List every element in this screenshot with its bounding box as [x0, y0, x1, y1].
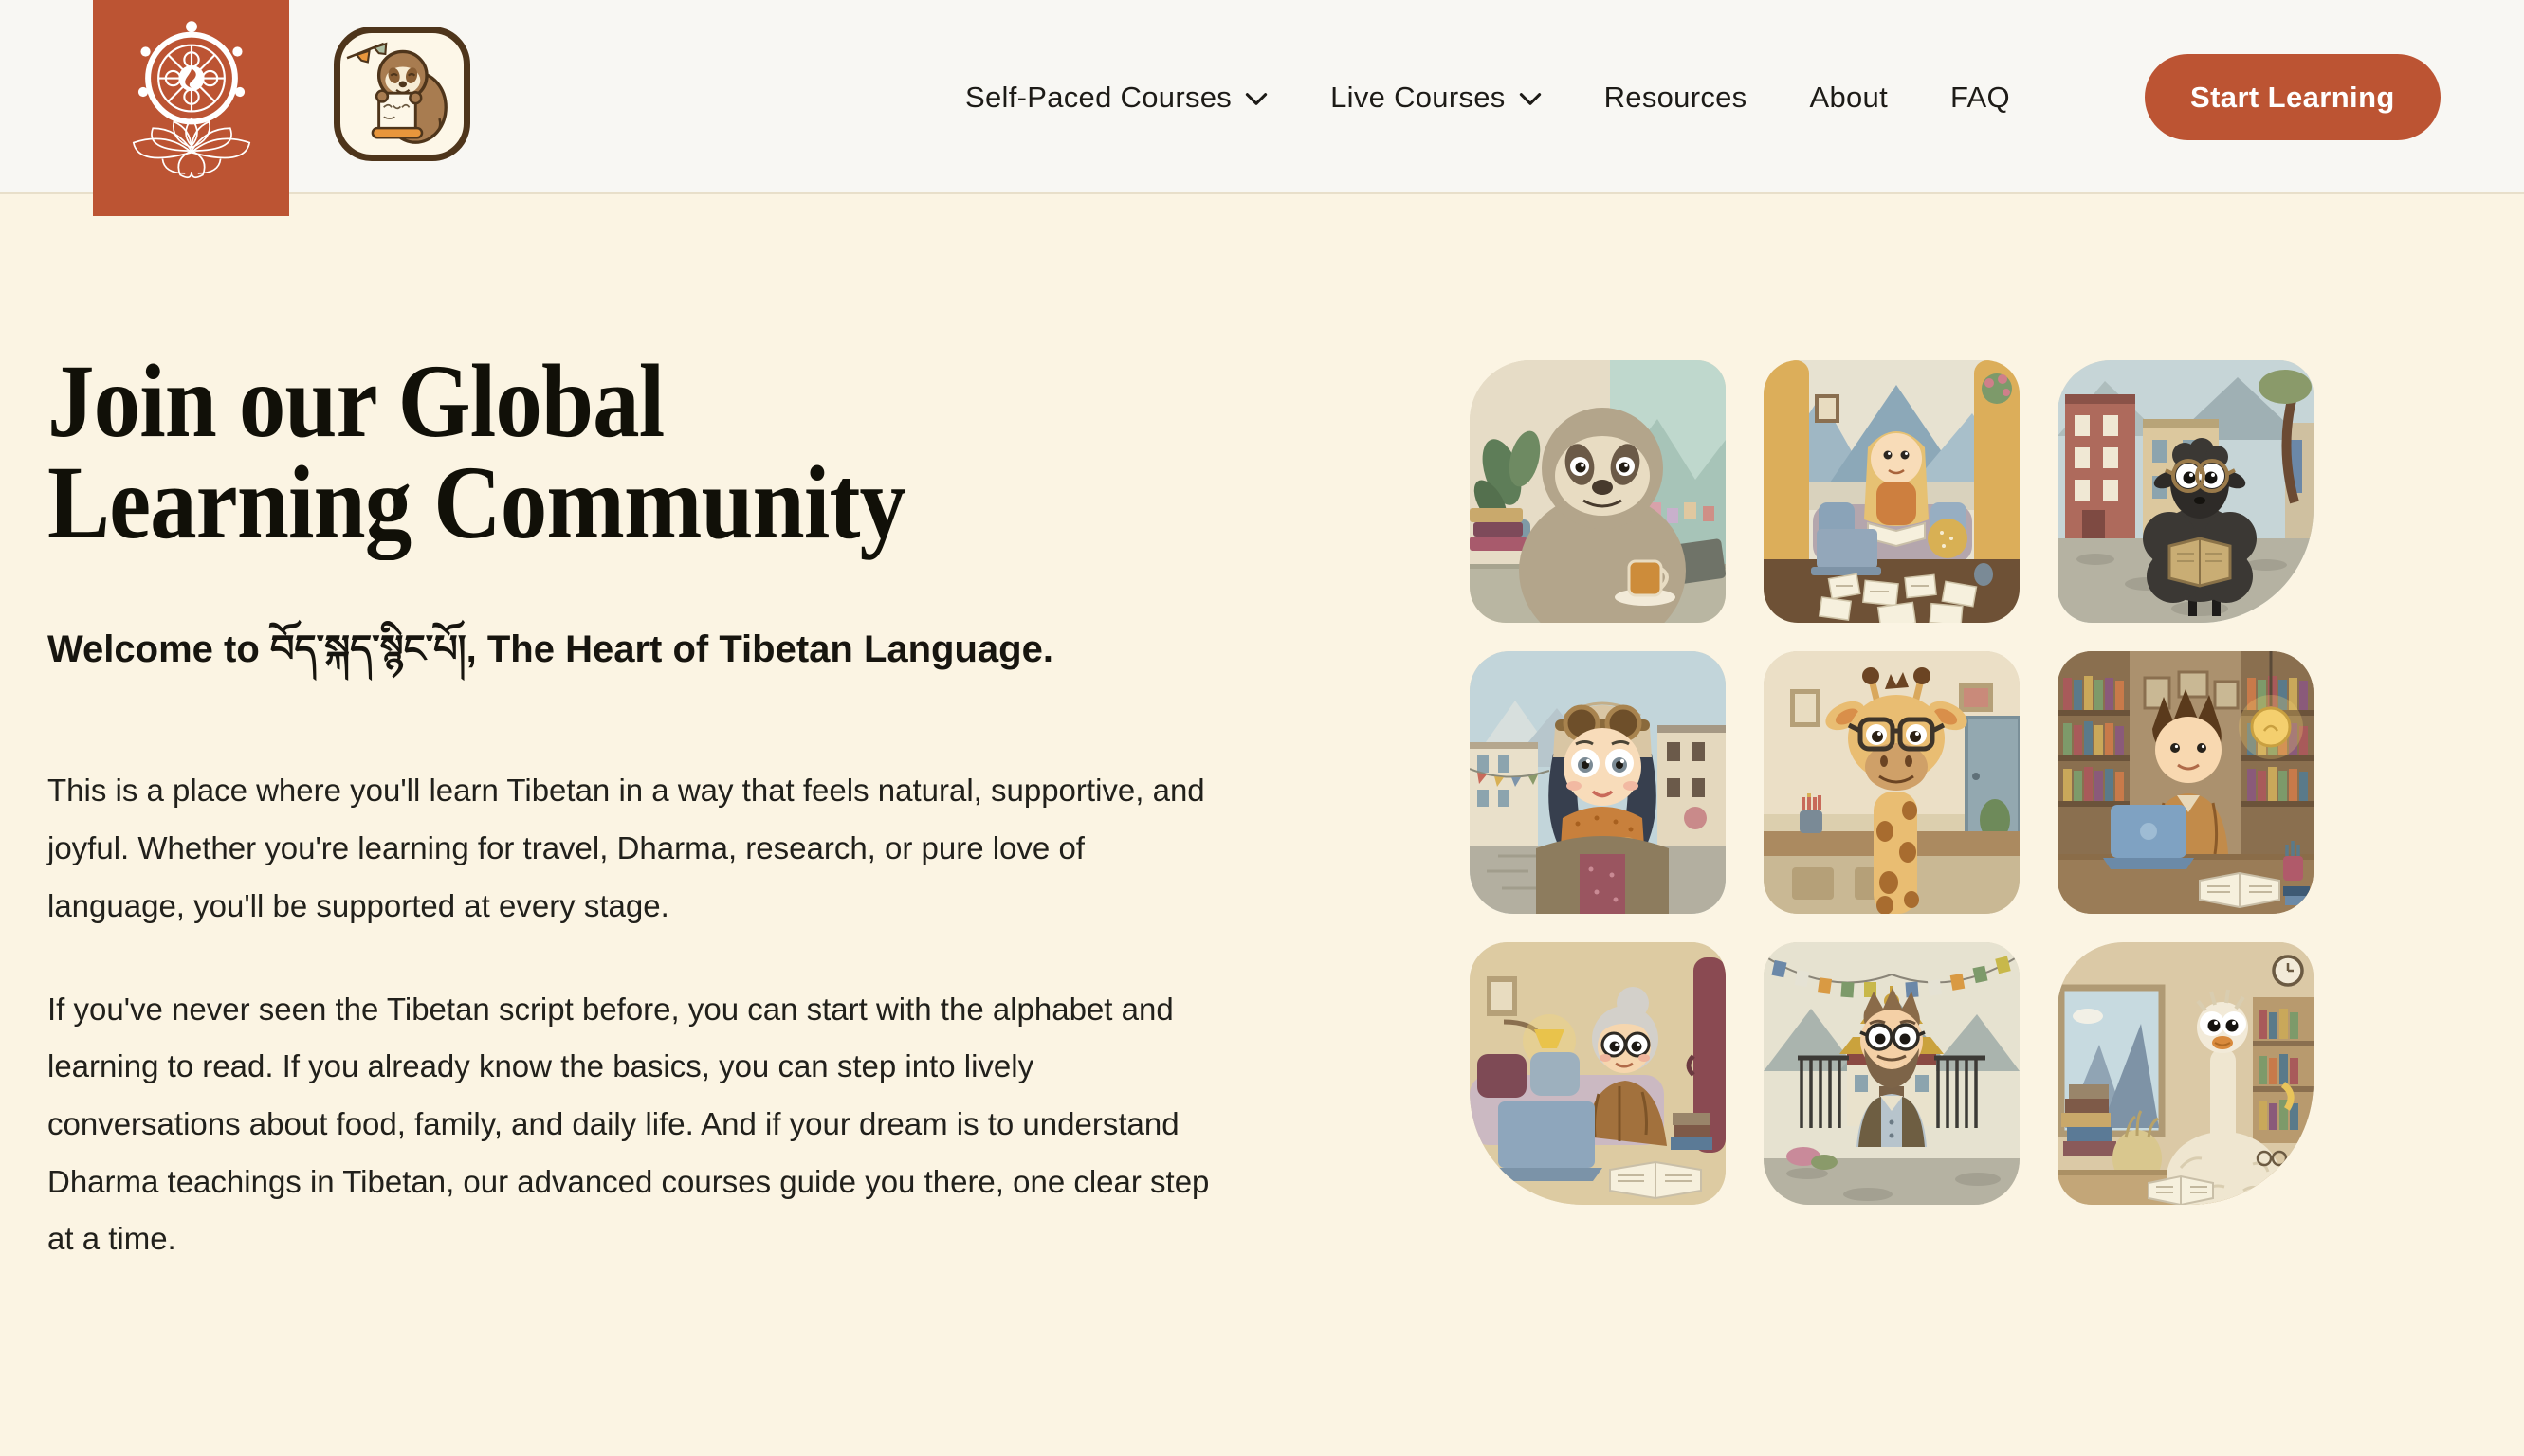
tile-boy-at-laptop: [2058, 651, 2314, 914]
tile-sloth-with-tea: [1470, 360, 1726, 623]
intro-paragraph-2: If you've never seen the Tibetan script …: [47, 981, 1228, 1269]
nav-label: About: [1809, 81, 1888, 115]
chevron-down-icon: [1245, 92, 1268, 106]
black-sheep-illustration: [2058, 360, 2314, 623]
welcome-subheading: Welcome to བོད་སྐད་སྙིང་པོ།, The Heart o…: [47, 606, 1280, 713]
dharma-wheel-lotus-icon: [111, 15, 272, 201]
intro-paragraph-1: This is a place where you'll learn Tibet…: [47, 762, 1228, 935]
tile-girl-studying: [1764, 360, 2020, 623]
chevron-down-icon: [1519, 92, 1542, 106]
man-at-monastery-illustration: [1764, 942, 2020, 1205]
boy-at-laptop-illustration: [2058, 651, 2314, 914]
page-title: Join our Global Learning Community: [47, 351, 905, 553]
giraffe-illustration: [1764, 651, 2020, 914]
nav-label: Live Courses: [1330, 81, 1506, 115]
main-nav: Self-Paced Courses Live Courses Resource…: [965, 0, 2010, 194]
nav-item-faq[interactable]: FAQ: [1950, 81, 2010, 115]
nav-item-self-paced-courses[interactable]: Self-Paced Courses: [965, 81, 1268, 115]
grandmother-illustration: [1470, 942, 1726, 1205]
sloth-with-tea-illustration: [1470, 360, 1726, 623]
girl-studying-illustration: [1764, 360, 2020, 623]
girl-with-goggles-illustration: [1470, 651, 1726, 914]
page-title-line1: Join our Global: [47, 351, 905, 452]
tile-giraffe: [1764, 651, 2020, 914]
tile-black-sheep: [2058, 360, 2314, 623]
nav-item-live-courses[interactable]: Live Courses: [1330, 81, 1542, 115]
nav-label: Self-Paced Courses: [965, 81, 1232, 115]
ostrich-illustration: [2058, 942, 2314, 1205]
sloth-badge-logo[interactable]: [334, 27, 470, 161]
start-learning-button[interactable]: Start Learning: [2145, 54, 2441, 140]
nav-item-about[interactable]: About: [1809, 81, 1888, 115]
nav-item-resources[interactable]: Resources: [1604, 81, 1747, 115]
community-image-grid: [1470, 360, 2314, 1205]
tile-girl-with-goggles: [1470, 651, 1726, 914]
page-title-line2: Learning Community: [47, 452, 905, 554]
tile-ostrich: [2058, 942, 2314, 1205]
tile-man-at-monastery: [1764, 942, 2020, 1205]
nav-label: Resources: [1604, 81, 1747, 115]
tile-grandmother: [1470, 942, 1726, 1205]
nav-label: FAQ: [1950, 81, 2010, 115]
site-header: Self-Paced Courses Live Courses Resource…: [0, 0, 2524, 194]
hero-copy: Join our Global Learning Community Welco…: [47, 351, 1280, 1268]
brand-logo-block[interactable]: [93, 0, 289, 216]
sloth-scroll-icon: [341, 34, 463, 154]
